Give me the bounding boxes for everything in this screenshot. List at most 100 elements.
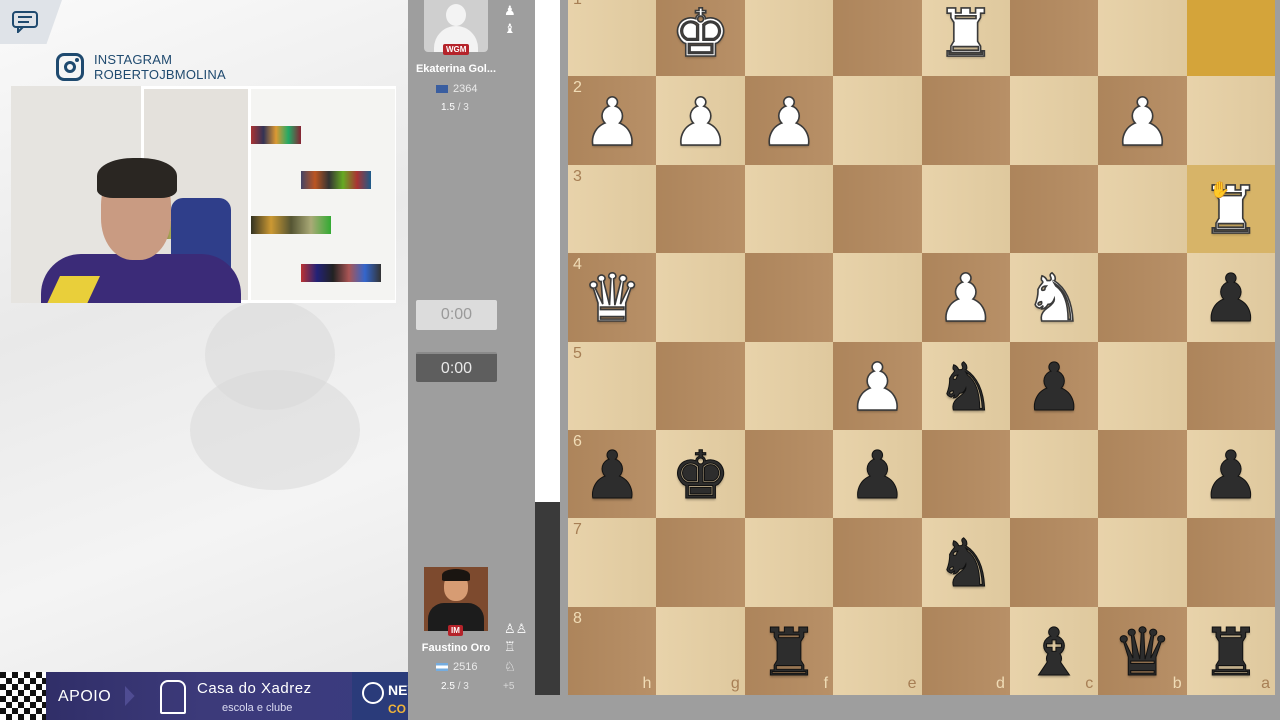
evaluation-bar-white xyxy=(535,0,560,502)
black-pawn-icon[interactable]: ♟ xyxy=(582,442,642,509)
square-f8[interactable]: f ♜ xyxy=(744,606,834,695)
square-b8[interactable]: b ♛ xyxy=(1098,606,1187,695)
square-c4[interactable]: ♞ xyxy=(1009,253,1099,342)
bottom-player-photo[interactable] xyxy=(424,567,488,631)
black-knight-icon[interactable]: ♞ xyxy=(936,530,996,597)
square-e1[interactable] xyxy=(833,0,922,77)
square-b4[interactable] xyxy=(1098,253,1187,342)
white-king-icon[interactable]: ♚ xyxy=(670,0,731,67)
square-a2[interactable] xyxy=(1186,76,1275,165)
arrow-icon xyxy=(125,686,135,706)
square-c7[interactable] xyxy=(1009,518,1099,607)
square-e2[interactable] xyxy=(833,76,922,165)
player-panel: WGM ♟ ♝ Ekaterina Gol... 2364 1.5 / 3 0:… xyxy=(408,0,535,720)
square-h6[interactable]: 6 ♟ xyxy=(568,429,657,519)
square-g2[interactable]: ♟ xyxy=(656,76,745,165)
square-e8[interactable]: e xyxy=(833,606,922,695)
black-pawn-icon[interactable]: ♟ xyxy=(1201,265,1261,332)
square-f2[interactable]: ♟ xyxy=(744,76,834,165)
square-f7[interactable] xyxy=(744,518,834,607)
square-b7[interactable] xyxy=(1098,518,1187,607)
square-a6[interactable]: ♟ xyxy=(1186,429,1275,519)
square-g8[interactable]: g xyxy=(656,606,745,695)
square-d8[interactable]: d xyxy=(921,606,1010,695)
square-c3[interactable] xyxy=(1009,164,1099,254)
square-c5[interactable]: ♟ xyxy=(1009,341,1099,430)
square-h5[interactable]: 5 xyxy=(568,341,657,430)
square-f3[interactable] xyxy=(744,164,834,254)
square-b3[interactable] xyxy=(1098,164,1187,254)
black-rook-icon[interactable]: ♜ xyxy=(759,619,819,686)
square-h3[interactable]: 3 xyxy=(568,164,657,254)
square-d7[interactable]: ♞ xyxy=(921,518,1010,607)
square-e4[interactable] xyxy=(833,253,922,342)
instagram-handle[interactable]: INSTAGRAM ROBERTOJBMOLINA xyxy=(56,52,226,82)
square-a5[interactable] xyxy=(1186,341,1275,430)
square-g3[interactable] xyxy=(656,164,745,254)
square-d6[interactable] xyxy=(921,429,1010,519)
square-c1[interactable] xyxy=(1009,0,1099,77)
file-label: d xyxy=(995,675,1005,692)
square-g5[interactable] xyxy=(656,341,745,430)
square-a4[interactable]: ♟ xyxy=(1186,253,1275,342)
square-a1[interactable] xyxy=(1186,0,1275,77)
square-d4[interactable]: ♟ xyxy=(921,253,1010,342)
square-f5[interactable] xyxy=(744,341,834,430)
black-rook-icon[interactable]: ♜ xyxy=(1201,619,1261,686)
white-pawn-icon[interactable]: ♟ xyxy=(847,353,908,421)
square-g6[interactable]: ♚ xyxy=(656,429,745,519)
top-player-rating-row: 2364 xyxy=(436,83,477,95)
black-queen-icon[interactable]: ♛ xyxy=(1112,619,1172,686)
white-pawn-icon[interactable]: ♟ xyxy=(1112,88,1173,156)
square-b1[interactable] xyxy=(1098,0,1187,77)
square-h8[interactable]: 8h xyxy=(568,606,657,695)
chess-board[interactable]: 1♚♜2♟♟♟♟3♜4♛♟♞♟5♟♞♟6♟♚♟♟7♞8hgf♜edc♝b♛a♜ xyxy=(568,0,1275,695)
square-e7[interactable] xyxy=(833,518,922,607)
white-rook-icon[interactable]: ♜ xyxy=(935,0,996,67)
square-c6[interactable] xyxy=(1009,429,1099,519)
white-pawn-icon[interactable]: ♟ xyxy=(670,88,731,156)
square-a8[interactable]: a ♜ xyxy=(1186,606,1275,695)
square-d3[interactable] xyxy=(921,164,1010,254)
white-pawn-icon[interactable]: ♟ xyxy=(759,88,820,156)
square-h1[interactable]: 1 xyxy=(568,0,657,77)
square-c2[interactable] xyxy=(1009,76,1099,165)
black-bishop-icon[interactable]: ♝ xyxy=(1024,619,1084,686)
books xyxy=(301,171,371,189)
square-d1[interactable]: ♜ xyxy=(921,0,1010,77)
white-pawn-icon[interactable]: ♟ xyxy=(582,88,643,156)
square-b2[interactable]: ♟ xyxy=(1098,76,1187,165)
square-b5[interactable] xyxy=(1098,341,1187,430)
white-pawn-icon[interactable]: ♟ xyxy=(935,265,996,333)
bottom-player-name[interactable]: Faustino Oro xyxy=(408,642,504,654)
black-pawn-icon[interactable]: ♟ xyxy=(847,442,907,509)
black-king-icon[interactable]: ♚ xyxy=(670,442,730,509)
square-e5[interactable]: ♟ xyxy=(833,341,922,430)
white-knight-icon[interactable]: ♞ xyxy=(1024,265,1085,333)
square-h2[interactable]: 2 ♟ xyxy=(568,76,657,165)
square-h4[interactable]: 4 ♛ xyxy=(568,253,657,342)
square-f4[interactable] xyxy=(744,253,834,342)
square-d5[interactable]: ♞ xyxy=(921,341,1010,430)
square-g4[interactable] xyxy=(656,253,745,342)
instagram-username: ROBERTOJBMOLINA xyxy=(94,67,226,82)
white-queen-icon[interactable]: ♛ xyxy=(582,265,643,333)
black-pawn-icon[interactable]: ♟ xyxy=(1201,442,1261,509)
black-knight-icon[interactable]: ♞ xyxy=(936,354,996,421)
square-b6[interactable] xyxy=(1098,429,1187,519)
square-h7[interactable]: 7 xyxy=(568,518,657,607)
square-e3[interactable] xyxy=(833,164,922,254)
square-f6[interactable] xyxy=(744,429,834,519)
square-d2[interactable] xyxy=(921,76,1010,165)
square-g7[interactable] xyxy=(656,518,745,607)
square-c8[interactable]: c ♝ xyxy=(1009,606,1099,695)
top-player-name[interactable]: Ekaterina Gol... xyxy=(408,63,504,75)
file-label: g xyxy=(730,675,740,692)
black-pawn-icon[interactable]: ♟ xyxy=(1024,354,1084,421)
square-g1[interactable]: ♚ xyxy=(656,0,745,77)
square-e6[interactable]: ♟ xyxy=(833,429,922,519)
square-a7[interactable] xyxy=(1186,518,1275,607)
rank-label: 4 xyxy=(573,256,582,274)
square-a3[interactable]: ♜ xyxy=(1186,164,1275,254)
square-f1[interactable] xyxy=(744,0,834,77)
